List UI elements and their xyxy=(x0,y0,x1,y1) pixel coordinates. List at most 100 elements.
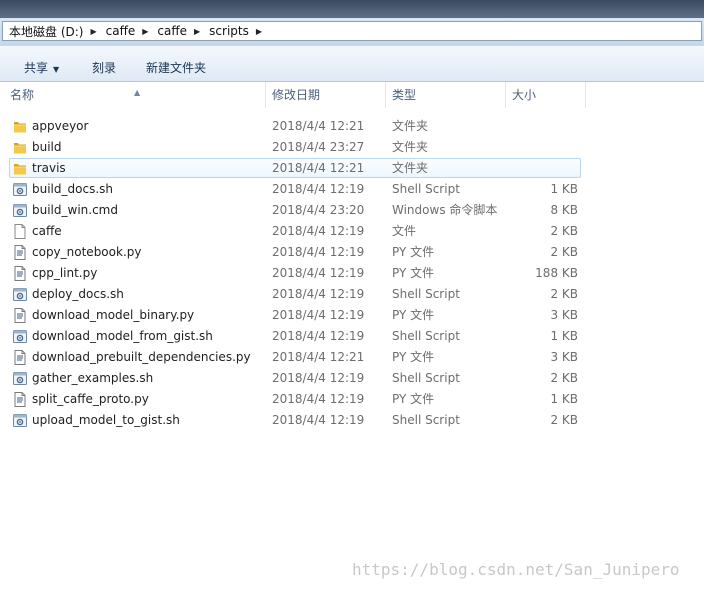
file-type: PY 文件 xyxy=(392,308,435,322)
file-row[interactable]: download_model_from_gist.sh 2018/4/4 12:1… xyxy=(0,326,704,347)
file-type: PY 文件 xyxy=(392,245,435,259)
file-date: 2018/4/4 12:21 xyxy=(272,350,365,364)
share-button[interactable]: 共享 ▼ xyxy=(24,59,59,76)
script-icon xyxy=(13,287,27,302)
file-date: 2018/4/4 12:19 xyxy=(272,266,365,280)
breadcrumb-caffe[interactable]: caffe xyxy=(100,24,140,38)
file-date: 2018/4/4 12:21 xyxy=(272,161,365,175)
sort-arrow-icon: ▲ xyxy=(134,88,141,97)
file-row[interactable]: cpp_lint.py 2018/4/4 12:19 PY 文件 188 KB xyxy=(0,263,704,284)
address-bar[interactable]: 本地磁盘 (D:) ▶ caffe ▶ caffe ▶ scripts ▶ xyxy=(2,21,702,41)
file-type: PY 文件 xyxy=(392,266,435,280)
file-name: caffe xyxy=(32,224,62,238)
breadcrumb-arrow-icon[interactable]: ▶ xyxy=(191,27,203,36)
column-header-row: 名称 ▲ 修改日期 类型 大小 xyxy=(0,82,704,108)
breadcrumb-arrow-icon[interactable]: ▶ xyxy=(87,27,99,36)
column-header-type[interactable]: 类型 xyxy=(386,82,506,108)
file-name: appveyor xyxy=(32,119,89,133)
file-size: 2 KB xyxy=(550,413,578,427)
file-date: 2018/4/4 12:19 xyxy=(272,287,365,301)
py-file-icon xyxy=(13,245,27,260)
file-size: 1 KB xyxy=(550,392,578,406)
file-row[interactable]: copy_notebook.py 2018/4/4 12:19 PY 文件 2 KB xyxy=(0,242,704,263)
file-name: build_docs.sh xyxy=(32,182,113,196)
file-row[interactable]: upload_model_to_gist.sh 2018/4/4 12:19 She… xyxy=(0,410,704,431)
file-name: travis xyxy=(32,161,66,175)
breadcrumb-caffe-inner[interactable]: caffe xyxy=(151,24,191,38)
file-date: 2018/4/4 23:27 xyxy=(272,140,365,154)
script-icon xyxy=(13,413,27,428)
file-name: download_model_binary.py xyxy=(32,308,195,322)
file-size: 2 KB xyxy=(550,287,578,301)
file-type: 文件夹 xyxy=(392,161,429,175)
breadcrumb-arrow-icon[interactable]: ▶ xyxy=(253,27,265,36)
script-icon xyxy=(13,329,27,344)
file-size: 2 KB xyxy=(550,371,578,385)
file-type: Windows 命令脚本 xyxy=(392,203,498,217)
breadcrumb-arrow-icon[interactable]: ▶ xyxy=(139,27,151,36)
file-row[interactable]: download_model_binary.py 2018/4/4 12:19 PY… xyxy=(0,305,704,326)
file-row[interactable]: caffe 2018/4/4 12:19 文件 2 KB xyxy=(0,221,704,242)
file-date: 2018/4/4 12:19 xyxy=(272,224,365,238)
file-type: PY 文件 xyxy=(392,350,435,364)
share-label: 共享 xyxy=(24,61,49,75)
file-date: 2018/4/4 23:20 xyxy=(272,203,365,217)
file-size: 1 KB xyxy=(550,329,578,343)
file-row[interactable]: build_docs.sh 2018/4/4 12:19 Shell Script 1… xyxy=(0,179,704,200)
file-row[interactable]: travis 2018/4/4 12:21 文件夹 xyxy=(0,158,704,179)
file-list: appveyor 2018/4/4 12:21 文件夹 build 2018/4/4 2… xyxy=(0,116,704,431)
file-date: 2018/4/4 12:19 xyxy=(272,392,365,406)
folder-icon xyxy=(13,161,27,176)
file-row[interactable]: build 2018/4/4 23:27 文件夹 xyxy=(0,137,704,158)
breadcrumb-scripts[interactable]: scripts xyxy=(203,24,253,38)
py-file-icon xyxy=(13,266,27,281)
file-name: gather_examples.sh xyxy=(32,371,154,385)
file-name: copy_notebook.py xyxy=(32,245,142,259)
command-toolbar: 共享 ▼ 刻录 新建文件夹 xyxy=(0,46,704,82)
file-size: 2 KB xyxy=(550,224,578,238)
file-name: split_caffe_proto.py xyxy=(32,392,149,406)
column-header-date[interactable]: 修改日期 xyxy=(266,82,386,108)
py-file-icon xyxy=(13,308,27,323)
file-type: Shell Script xyxy=(392,329,460,343)
file-date: 2018/4/4 12:19 xyxy=(272,245,365,259)
file-name: download_prebuilt_dependencies.py xyxy=(32,350,251,364)
file-size: 3 KB xyxy=(550,308,578,322)
file-row[interactable]: build_win.cmd 2018/4/4 23:20 Windows 命令脚本 8… xyxy=(0,200,704,221)
file-type: 文件 xyxy=(392,224,417,238)
file-name: build_win.cmd xyxy=(32,203,118,217)
file-date: 2018/4/4 12:19 xyxy=(272,308,365,322)
column-header-name[interactable]: 名称 ▲ xyxy=(4,82,266,108)
script-icon xyxy=(13,203,27,218)
file-size: 1 KB xyxy=(550,182,578,196)
file-type: Shell Script xyxy=(392,371,460,385)
file-name: upload_model_to_gist.sh xyxy=(32,413,180,427)
blank-file-icon xyxy=(13,224,27,239)
file-name: cpp_lint.py xyxy=(32,266,98,280)
folder-icon xyxy=(13,140,27,155)
file-type: 文件夹 xyxy=(392,140,429,154)
file-row[interactable]: deploy_docs.sh 2018/4/4 12:19 Shell Script… xyxy=(0,284,704,305)
file-type: Shell Script xyxy=(392,182,460,196)
script-icon xyxy=(13,182,27,197)
new-folder-button[interactable]: 新建文件夹 xyxy=(146,59,206,76)
chevron-down-icon: ▼ xyxy=(53,65,60,74)
column-header-name-label: 名称 xyxy=(10,88,35,102)
file-name: build xyxy=(32,140,62,154)
file-type: PY 文件 xyxy=(392,392,435,406)
file-date: 2018/4/4 12:19 xyxy=(272,413,365,427)
file-date: 2018/4/4 12:21 xyxy=(272,119,365,133)
file-date: 2018/4/4 12:19 xyxy=(272,182,365,196)
folder-icon xyxy=(13,119,27,134)
column-header-size[interactable]: 大小 xyxy=(506,82,586,108)
file-row[interactable]: appveyor 2018/4/4 12:21 文件夹 xyxy=(0,116,704,137)
py-file-icon xyxy=(13,392,27,407)
file-type: Shell Script xyxy=(392,413,460,427)
file-date: 2018/4/4 12:19 xyxy=(272,329,365,343)
file-row[interactable]: split_caffe_proto.py 2018/4/4 12:19 PY 文件 1… xyxy=(0,389,704,410)
burn-button[interactable]: 刻录 xyxy=(92,59,116,76)
file-size: 2 KB xyxy=(550,245,578,259)
breadcrumb-drive[interactable]: 本地磁盘 (D:) xyxy=(3,23,87,40)
file-row[interactable]: download_prebuilt_dependencies.py 2018/4/… xyxy=(0,347,704,368)
file-row[interactable]: gather_examples.sh 2018/4/4 12:19 Shell Sc… xyxy=(0,368,704,389)
